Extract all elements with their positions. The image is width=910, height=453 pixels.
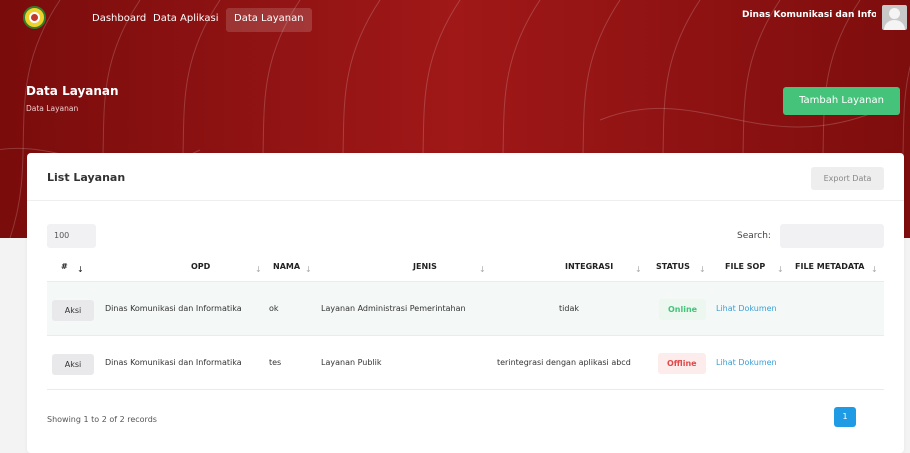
logo-icon[interactable] — [23, 6, 46, 29]
pagination-page-1[interactable]: 1 — [834, 407, 856, 427]
sort-icon[interactable]: ↓ — [635, 265, 642, 274]
lihat-dokumen-link[interactable]: Lihat Dokumen — [716, 282, 777, 336]
sort-icon[interactable]: ↓ — [255, 265, 262, 274]
cell-opd: Dinas Komunikasi dan Informatika — [105, 358, 242, 367]
cell-jenis: Layanan Administrasi Pemerintahan — [321, 304, 466, 313]
cell-opd: Dinas Komunikasi dan Informatika — [105, 304, 242, 313]
page-title: Data Layanan — [26, 84, 119, 98]
lihat-dokumen-link[interactable]: Lihat Dokumen — [716, 336, 777, 390]
sort-icon[interactable]: ↓ — [777, 265, 784, 274]
aksi-button[interactable]: Aksi — [52, 300, 94, 321]
table-bottom-border — [47, 389, 884, 390]
sort-icon[interactable]: ↓ — [699, 265, 706, 274]
card-header: List Layanan Export Data — [27, 153, 904, 201]
column-header-status[interactable]: STATUS — [656, 253, 690, 281]
column-header-file-sop[interactable]: FILE SOP — [725, 253, 765, 281]
cell-jenis: Layanan Publik — [321, 358, 382, 367]
cell-integrasi: terintegrasi dengan aplikasi abcd — [497, 358, 631, 367]
sort-icon[interactable]: ↓ — [871, 265, 878, 274]
add-layanan-button[interactable]: Tambah Layanan — [783, 87, 900, 115]
column-header-nama[interactable]: NAMA — [273, 253, 300, 281]
avatar-icon[interactable] — [882, 5, 907, 30]
table-row: Aksi Dinas Komunikasi dan Informatika ok… — [47, 281, 884, 335]
column-header-opd[interactable]: OPD — [191, 253, 210, 281]
page-size-select[interactable]: 100 — [47, 224, 96, 248]
search-label: Search: — [737, 231, 771, 241]
breadcrumb[interactable]: Data Layanan — [26, 104, 78, 113]
table-row: Aksi Dinas Komunikasi dan Informatika te… — [47, 335, 884, 389]
nav-dashboard[interactable]: Dashboard — [84, 8, 154, 32]
column-header-number[interactable]: # — [61, 253, 68, 281]
cell-integrasi: tidak — [559, 304, 579, 313]
user-name[interactable]: Dinas Komunikasi dan Info... — [742, 10, 876, 20]
nav-data-layanan[interactable]: Data Layanan — [226, 8, 312, 32]
cell-nama: tes — [269, 358, 282, 367]
sort-icon[interactable]: ↓ — [305, 265, 312, 274]
sort-icon[interactable]: ↓ — [479, 265, 486, 274]
sort-icon[interactable]: ↓ — [77, 265, 84, 274]
cell-nama: ok — [269, 304, 279, 313]
top-navbar: Dashboard Data Aplikasi Data Layanan Din… — [0, 0, 910, 36]
aksi-button[interactable]: Aksi — [52, 354, 94, 375]
column-header-file-metadata[interactable]: FILE METADATA — [795, 253, 864, 281]
export-data-button[interactable]: Export Data — [811, 167, 884, 190]
status-badge: Online — [659, 299, 707, 320]
list-layanan-card: List Layanan Export Data 100 Search: # ↓… — [27, 153, 904, 453]
status-badge: Offline — [658, 353, 706, 374]
nav-data-aplikasi[interactable]: Data Aplikasi — [145, 8, 227, 32]
records-info: Showing 1 to 2 of 2 records — [47, 415, 157, 424]
column-header-integrasi[interactable]: INTEGRASI — [565, 253, 613, 281]
column-header-jenis[interactable]: JENIS — [413, 253, 437, 281]
search-input[interactable] — [780, 224, 884, 248]
card-title: List Layanan — [47, 171, 126, 184]
